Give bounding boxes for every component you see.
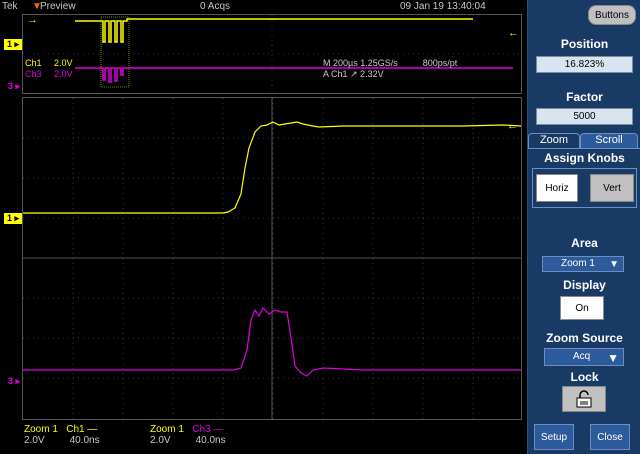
- trigger-arrow-icon: →: [27, 14, 38, 26]
- zoom-waveform-window[interactable]: ←: [22, 97, 522, 420]
- ch1-overview-trace: [75, 18, 473, 43]
- ch3-marker-overview[interactable]: 3 ▸: [8, 81, 20, 92]
- zoom-source-dropdown[interactable]: Acq ▼: [544, 348, 624, 366]
- area-title: Area: [571, 236, 598, 250]
- area-dropdown[interactable]: Zoom 1 ▼: [542, 256, 624, 272]
- status-bar: Tek ▼ Preview 0 Acqs 09 Jan 19 13:40:04: [0, 0, 527, 14]
- setup-button[interactable]: Setup: [534, 424, 574, 450]
- vert-button[interactable]: Vert: [590, 174, 634, 202]
- timebase-readout: M 200µs 1.25GS/s 800ps/pt: [323, 58, 458, 68]
- trigger-readout: A Ch1 ↗ 2.32V: [323, 69, 384, 79]
- display-title: Display: [563, 278, 606, 292]
- horiz-button[interactable]: Horiz: [536, 174, 578, 202]
- zoom-readout-ch3: Zoom 1 Ch3 — 2.0V 40.0ns: [150, 424, 226, 446]
- lock-title: Lock: [570, 370, 599, 384]
- ch1-marker[interactable]: 1 ▸: [4, 213, 23, 224]
- zoom-plot: [23, 98, 521, 419]
- brand-label: Tek: [2, 1, 18, 12]
- ch3-overview-label: Ch3 2.0V: [25, 69, 73, 79]
- factor-title: Factor: [566, 90, 603, 104]
- ch1-marker-overview[interactable]: 1 ▸: [4, 39, 23, 50]
- close-button[interactable]: Close: [590, 424, 630, 450]
- trigger-level-icon: ←: [508, 27, 519, 39]
- factor-value[interactable]: 5000: [536, 108, 633, 125]
- zoom-trigger-level-icon: ←: [507, 120, 518, 132]
- position-value[interactable]: 16.823%: [536, 56, 633, 73]
- display-toggle[interactable]: On: [560, 296, 604, 320]
- tab-zoom[interactable]: Zoom: [528, 133, 580, 148]
- buttons-button[interactable]: Buttons: [588, 5, 636, 25]
- overview-plot: [23, 15, 521, 93]
- datetime: 09 Jan 19 13:40:04: [400, 1, 486, 12]
- overview-window[interactable]: → ← Ch1 2.0V Ch3 2.0V M 200µs 1.25GS/s 8…: [22, 14, 522, 94]
- position-title: Position: [560, 37, 609, 51]
- chevron-down-icon: ▼: [609, 259, 619, 270]
- ch3-overview-trace: [75, 67, 513, 83]
- tab-scroll[interactable]: Scroll: [580, 133, 638, 148]
- assign-knobs-title: Assign Knobs: [544, 151, 625, 165]
- lock-button[interactable]: [562, 386, 606, 412]
- zoom-readout-ch1: Zoom 1 Ch1 — 2.0V 40.0ns: [24, 424, 100, 446]
- tab-divider: [528, 148, 640, 149]
- mode-label: Preview: [40, 1, 76, 12]
- chevron-down-icon: ▼: [607, 351, 619, 365]
- side-panel: Buttons Position 16.823% Factor 5000 Zoo…: [527, 0, 640, 454]
- acq-count: 0 Acqs: [200, 1, 231, 12]
- zoom-source-title: Zoom Source: [546, 331, 623, 345]
- ch1-overview-label: Ch1 2.0V: [25, 58, 73, 68]
- lock-icon: [576, 390, 592, 408]
- ch3-marker[interactable]: 3 ▸: [8, 376, 20, 387]
